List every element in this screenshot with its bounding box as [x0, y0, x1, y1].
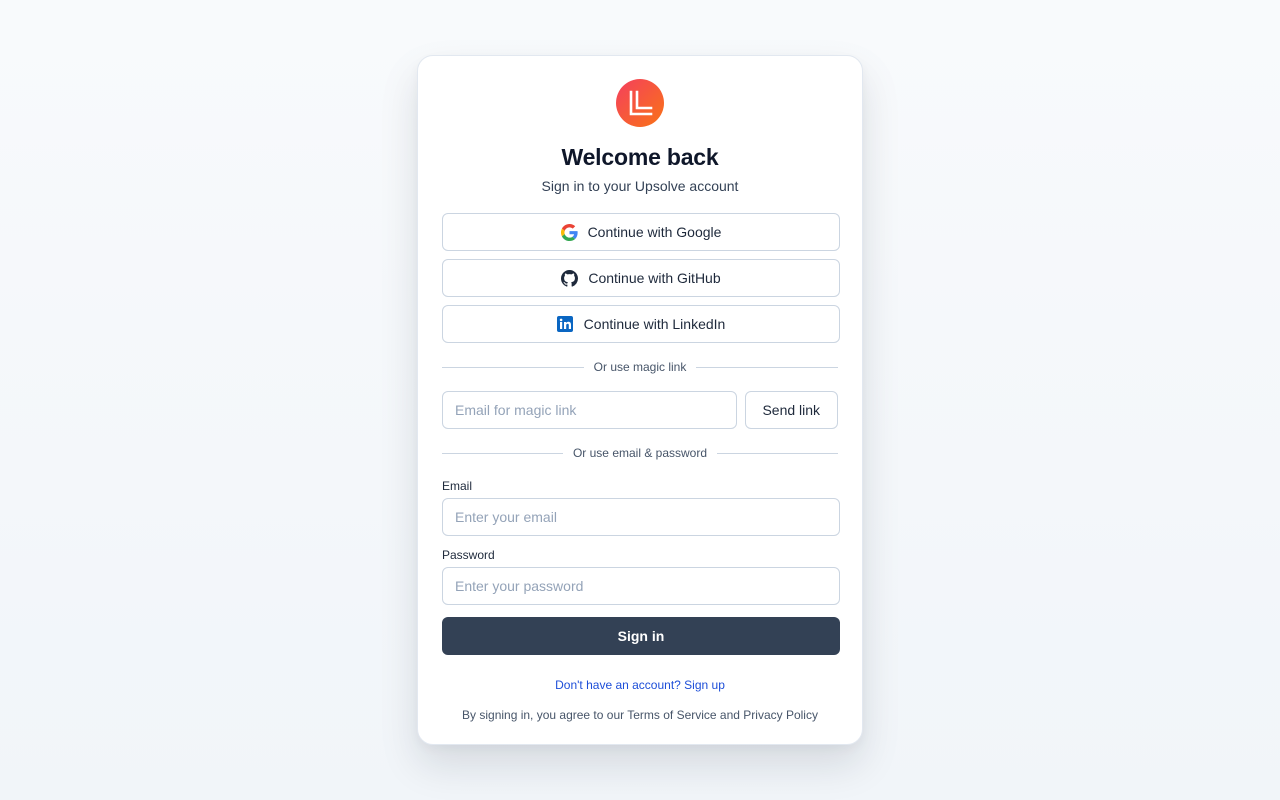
magic-link-divider: Or use magic link [442, 358, 839, 376]
brand-logo-icon [616, 79, 664, 127]
github-signin-button[interactable]: Continue with GitHub [442, 259, 840, 297]
divider-line [442, 452, 563, 454]
google-signin-button[interactable]: Continue with Google [442, 213, 840, 251]
email-password-divider: Or use email & password [442, 444, 838, 462]
send-link-button[interactable]: Send link [744, 391, 838, 429]
page-subtitle: Sign in to your Upsolve account [541, 178, 739, 194]
email-label: Email [442, 479, 473, 493]
magic-link-row: Send link [442, 391, 838, 429]
email-password-divider-label: Or use email & password [572, 446, 708, 460]
magic-link-divider-label: Or use magic link [593, 360, 687, 374]
login-card: Welcome back Sign in to your Upsolve acc… [417, 55, 863, 745]
email-field[interactable] [442, 498, 840, 536]
github-signin-label: Continue with GitHub [588, 270, 721, 286]
password-label: Password [442, 548, 495, 562]
sign-up-link[interactable]: Don't have an account? Sign up [442, 677, 838, 693]
terms-notice: By signing in, you agree to our Terms of… [462, 708, 818, 722]
magic-link-email-input[interactable] [442, 391, 737, 429]
sign-in-button[interactable]: Sign in [442, 617, 840, 655]
divider-line [696, 366, 839, 368]
google-icon [560, 223, 578, 241]
divider-line [442, 366, 584, 368]
linkedin-icon [556, 315, 574, 333]
password-field[interactable] [442, 567, 840, 605]
divider-line [717, 452, 838, 454]
github-icon [561, 269, 579, 287]
linkedin-signin-button[interactable]: Continue with LinkedIn [442, 305, 840, 343]
google-signin-label: Continue with Google [587, 224, 722, 240]
linkedin-signin-label: Continue with LinkedIn [583, 316, 726, 332]
page-title: Welcome back [561, 144, 719, 170]
